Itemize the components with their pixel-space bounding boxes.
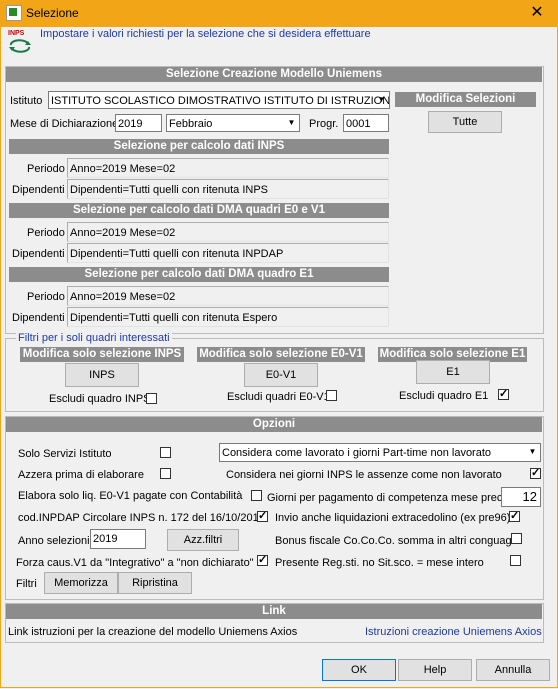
presente-label: Presente Reg.sti. no Sit.sco. = mese int… <box>275 557 484 569</box>
progr-input[interactable]: 0001 <box>343 114 389 132</box>
forza-label: Forza caus.V1 da "Integrativo" a "non di… <box>16 557 254 569</box>
dma-e1-dipendenti-field: Dipendenti=Tutti quelli con ritenuta Esp… <box>67 307 389 327</box>
ripristina-button[interactable]: Ripristina <box>118 572 192 594</box>
dma-e1-title: Selezione per calcolo dati DMA quadro E1 <box>9 267 389 282</box>
assenze-checkbox[interactable] <box>530 466 541 479</box>
annulla-button[interactable]: Annulla <box>476 659 550 681</box>
escludi-inps-checkbox[interactable] <box>146 393 157 404</box>
bonus-checkbox[interactable] <box>511 533 522 544</box>
escludi-e0v1-checkbox[interactable] <box>326 390 337 401</box>
dma-e1-periodo-field: Anno=2019 Mese=02 <box>67 286 389 306</box>
modifica-selezioni-title: Modifica Selezioni <box>395 92 536 107</box>
filtri-label: Filtri <box>16 578 37 590</box>
link-title: Link <box>6 604 542 619</box>
escludi-e0v1-label: Escludi quadri E0-V1 <box>227 391 330 403</box>
mese-label: Mese di Dichiarazione <box>10 118 119 130</box>
assenze-label: Considera nei giorni INPS le assenze com… <box>226 469 502 481</box>
escludi-e1-label: Escludi quadro E1 <box>399 390 489 402</box>
chevron-down-icon[interactable]: ▼ <box>374 92 389 108</box>
dma-e0v1-dipendenti-label: Dipendenti <box>12 248 65 260</box>
modello-title: Selezione Creazione Modello Uniemens <box>6 67 542 82</box>
dma-e0v1-periodo-label: Periodo <box>27 227 65 239</box>
forza-checkbox[interactable] <box>257 553 268 566</box>
azz-filtri-button[interactable]: Azz.filtri <box>167 529 239 551</box>
inps-button[interactable]: INPS <box>65 363 139 387</box>
refresh-icon <box>9 39 31 53</box>
dma-e0v1-dipendenti-field: Dipendenti=Tutti quelli con ritenuta INP… <box>67 243 389 263</box>
istruzioni-link[interactable]: Istruzioni creazione Uniemens Axios <box>365 626 542 638</box>
inpdap-label: cod.INPDAP Circolare INPS n. 172 del 16/… <box>18 512 265 524</box>
inps-badge: INPS <box>8 30 25 37</box>
istituto-label: Istituto <box>10 95 43 107</box>
link-description: Link istruzioni per la creazione del mod… <box>8 626 298 638</box>
inps-periodo-label: Periodo <box>27 163 65 175</box>
inps-dipendenti-field: Dipendenti=Tutti quelli con ritenuta INP… <box>67 179 389 199</box>
title-bar: Selezione ✕ <box>0 0 558 27</box>
mese-select[interactable]: Febbraio ▼ <box>166 114 300 132</box>
presente-checkbox[interactable] <box>510 555 521 566</box>
dma-e0v1-title: Selezione per calcolo dati DMA quadri E0… <box>9 203 389 218</box>
istituto-select[interactable]: ISTITUTO SCOLASTICO DIMOSTRATIVO ISTITUT… <box>48 91 390 109</box>
escludi-inps-label: Escludi quadro INPS <box>49 393 151 405</box>
escludi-e1-checkbox[interactable] <box>498 387 509 400</box>
filtri-e0v1-title: Modifica solo selezione E0-V1 <box>197 347 365 362</box>
app-icon <box>6 5 22 21</box>
e0v1-button[interactable]: E0-V1 <box>244 363 318 387</box>
istituto-value: ISTITUTO SCOLASTICO DIMOSTRATIVO ISTITUT… <box>51 95 390 107</box>
mese-value: Febbraio <box>169 118 213 130</box>
inps-dipendenti-label: Dipendenti <box>12 184 65 196</box>
bonus-label: Bonus fiscale Co.Co.Co. somma in altri c… <box>275 535 517 547</box>
elabora-checkbox[interactable] <box>251 490 262 501</box>
inps-section-title: Selezione per calcolo dati INPS <box>9 139 389 154</box>
azzera-checkbox[interactable] <box>160 468 171 479</box>
ok-button[interactable]: OK <box>322 659 396 681</box>
window-title: Selezione <box>26 6 79 20</box>
parttime-value: Considera come lavorato i giorni Part-ti… <box>222 447 492 459</box>
elabora-label: Elabora solo liq. E0-V1 pagate con Conta… <box>18 490 243 502</box>
solo-servizi-label: Solo Servizi Istituto <box>18 448 112 460</box>
solo-servizi-checkbox[interactable] <box>160 447 171 458</box>
e1-button[interactable]: E1 <box>416 360 490 384</box>
filtri-legend: Filtri per i soli quadri interessati <box>16 332 172 344</box>
anno-selezioni-label: Anno selezioni <box>18 535 90 547</box>
chevron-down-icon[interactable]: ▼ <box>284 115 299 131</box>
inps-logo: INPS <box>8 30 34 58</box>
close-button[interactable]: ✕ <box>522 2 552 24</box>
chevron-down-icon[interactable]: ▼ <box>525 444 540 461</box>
anno-selezioni-input[interactable]: 2019 <box>90 529 146 549</box>
filtri-inps-title: Modifica solo selezione INPS <box>20 347 184 362</box>
tutte-button[interactable]: Tutte <box>428 111 502 133</box>
giorni-input[interactable]: 12 <box>501 487 541 507</box>
giorni-label: Giorni per pagamento di competenza mese … <box>267 492 506 504</box>
inps-periodo-field: Anno=2019 Mese=02 <box>67 158 389 178</box>
dma-e1-dipendenti-label: Dipendenti <box>12 312 65 324</box>
progr-label: Progr. <box>309 118 339 130</box>
invio-checkbox[interactable] <box>509 509 520 522</box>
instructions-text: Impostare i valori richiesti per la sele… <box>40 28 371 40</box>
dma-e0v1-periodo-field: Anno=2019 Mese=02 <box>67 222 389 242</box>
help-button[interactable]: Help <box>398 659 472 681</box>
memorizza-button[interactable]: Memorizza <box>44 572 118 594</box>
anno-input[interactable]: 2019 <box>115 114 162 132</box>
inpdap-checkbox[interactable] <box>257 509 268 522</box>
azzera-label: Azzera prima di elaborare <box>18 469 144 481</box>
dma-e1-periodo-label: Periodo <box>27 291 65 303</box>
opzioni-title: Opzioni <box>6 417 542 432</box>
parttime-select[interactable]: Considera come lavorato i giorni Part-ti… <box>219 443 541 462</box>
invio-label: Invio anche liquidazioni extracedolino (… <box>275 512 511 524</box>
